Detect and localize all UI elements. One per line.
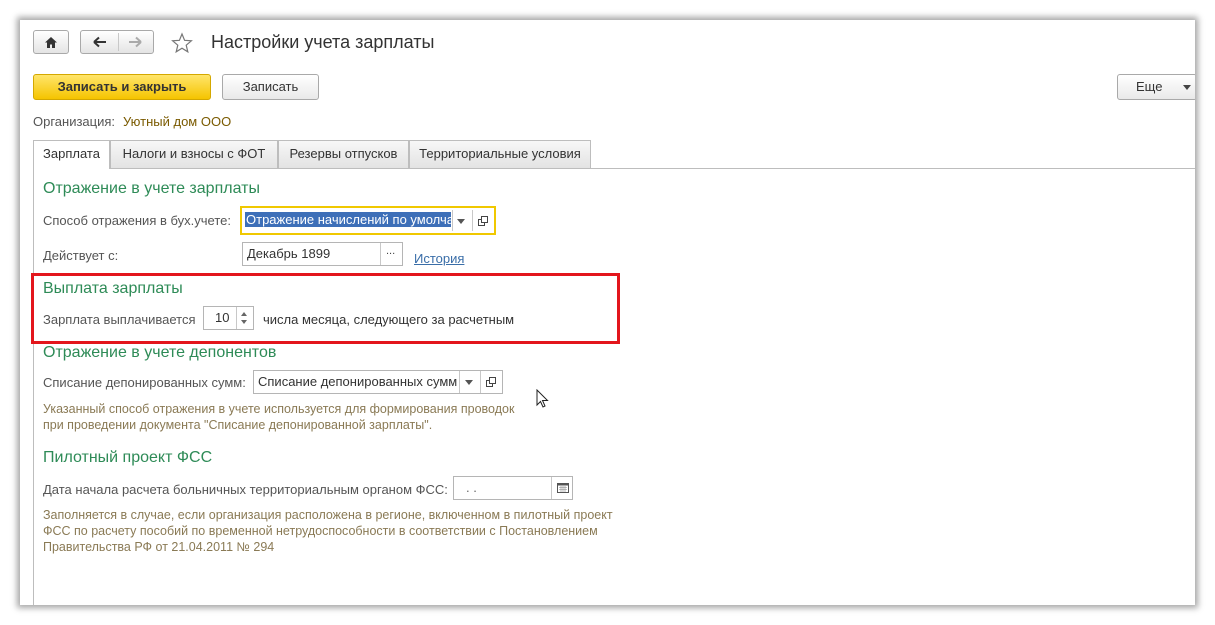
organization-label: Организация: [33, 114, 116, 129]
settings-window: Настройки учета зарплаты Записать и закр… [20, 20, 1195, 605]
effective-label: Действует с: [43, 248, 119, 263]
fss-hint-3: Правительства РФ от 21.04.2011 № 294 [43, 540, 275, 554]
payment-highlight-box [31, 273, 620, 344]
method-divider [452, 210, 453, 231]
save-and-close-button[interactable]: Записать и закрыть [33, 74, 211, 100]
dropdown-icon[interactable] [457, 219, 465, 224]
writeoff-field[interactable]: Списание депонированных сумм [253, 370, 503, 394]
deposits-section-title: Отражение в учете депонентов [43, 344, 277, 361]
forward-button[interactable] [118, 31, 154, 53]
home-icon [45, 37, 57, 48]
fss-date-value: . . [466, 480, 477, 495]
fss-date-label: Дата начала расчета больничных территори… [43, 482, 448, 497]
history-link[interactable]: История [414, 251, 464, 266]
ellipsis-button[interactable]: ... [386, 245, 395, 257]
cursor-icon [536, 389, 549, 408]
more-label: Еще [1136, 79, 1163, 94]
dropdown-icon [1183, 85, 1191, 90]
method-label: Способ отражения в бух.учете: [43, 213, 231, 228]
page-title: Настройки учета зарплаты [211, 32, 435, 52]
back-forward-group [80, 30, 154, 54]
dropdown-icon[interactable] [465, 380, 473, 385]
writeoff-hint-2: при проведении документа "Списание депон… [43, 418, 433, 432]
organization-value[interactable]: Уютный дом ООО [123, 114, 231, 129]
star-icon[interactable] [171, 32, 193, 54]
writeoff-hint-1: Указанный способ отражения в учете испол… [43, 402, 515, 416]
writeoff-value: Списание депонированных сумм [258, 374, 458, 389]
fss-hint-2: ФСС по расчету пособий по временной нетр… [43, 524, 598, 538]
method-value: Отражение начислений по умолча [245, 212, 451, 227]
method-input[interactable]: Отражение начислений по умолча [245, 212, 451, 230]
home-button[interactable] [33, 30, 69, 54]
effective-field[interactable]: Декабрь 1899 ... [242, 242, 403, 266]
writeoff-divider-2 [480, 371, 481, 393]
content-border [33, 168, 34, 605]
fss-section-title: Пилотный проект ФСС [43, 449, 213, 466]
fss-hint-1: Заполняется в случае, если организация р… [43, 508, 613, 522]
tab-salary[interactable]: Зарплата [33, 140, 110, 169]
tab-taxes[interactable]: Налоги и взносы с ФОТ [110, 140, 278, 168]
back-arrow-icon [93, 36, 106, 48]
fss-date-field[interactable]: . . [453, 476, 573, 500]
open-icon[interactable] [478, 216, 488, 226]
more-button[interactable]: Еще [1117, 74, 1195, 100]
open-icon[interactable] [486, 377, 496, 387]
fss-date-divider [551, 477, 552, 499]
tab-vacation-reserves[interactable]: Резервы отпусков [278, 140, 409, 168]
calendar-icon[interactable] [557, 483, 569, 493]
tab-divider [33, 168, 1195, 169]
writeoff-label: Списание депонированных сумм: [43, 375, 246, 390]
tab-territorial[interactable]: Территориальные условия [409, 140, 591, 168]
effective-divider [380, 243, 381, 265]
effective-value: Декабрь 1899 [247, 246, 331, 261]
accounting-section-title: Отражение в учете зарплаты [43, 180, 260, 197]
forward-arrow-icon [129, 36, 142, 48]
writeoff-divider [459, 371, 460, 393]
tab-active-cover [34, 168, 109, 169]
method-field[interactable]: Отражение начислений по умолча [240, 206, 496, 235]
method-divider-2 [472, 210, 473, 231]
save-button[interactable]: Записать [222, 74, 319, 100]
back-button[interactable] [81, 31, 118, 53]
